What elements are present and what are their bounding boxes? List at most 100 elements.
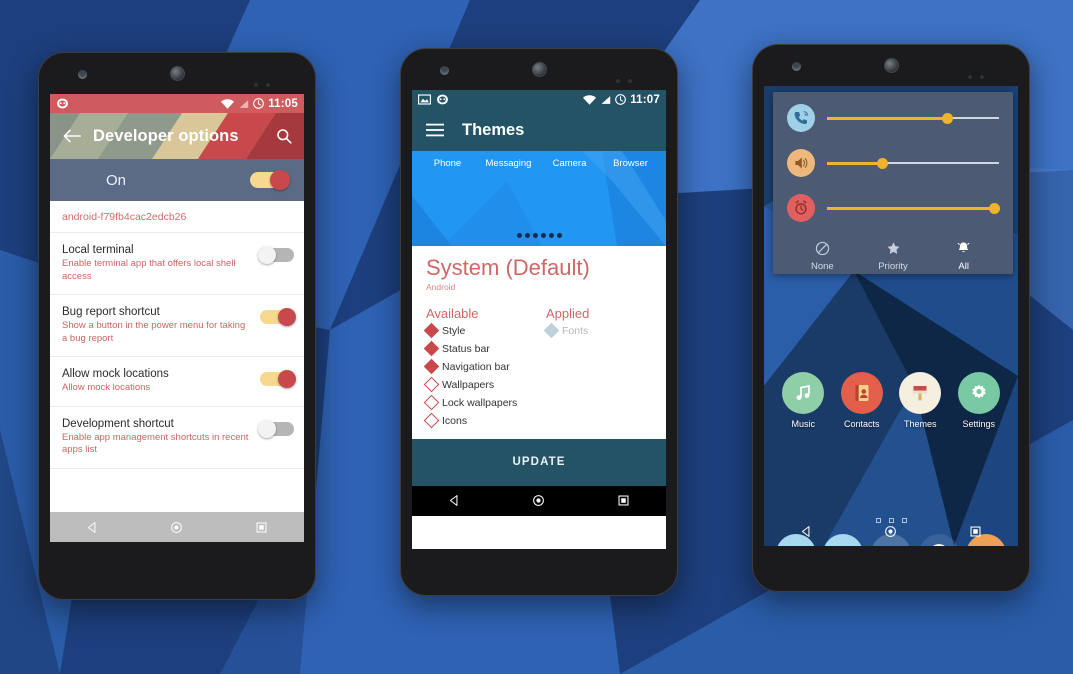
alarm-volume-icon[interactable] — [787, 194, 815, 222]
list-item[interactable]: Icons — [423, 412, 532, 429]
zen-mode-selector[interactable]: None Priority All — [787, 239, 999, 272]
zen-mode-all[interactable]: All — [928, 239, 999, 272]
signal-icon — [239, 99, 249, 108]
row-title: Development shortcut — [62, 417, 174, 430]
recents-nav-icon[interactable] — [969, 525, 982, 538]
theme-components-columns: Available Style Status bar Navigation ba… — [412, 295, 666, 439]
cyanogenmod-logo-icon — [437, 94, 448, 105]
app-contacts[interactable]: Contacts — [833, 372, 892, 429]
paint-brush-icon[interactable] — [899, 372, 942, 414]
developer-options-list[interactable]: android-f79fb4cac2edcb26 Local terminal … — [50, 201, 304, 512]
front-camera-icon — [78, 70, 87, 79]
theme-name: System (Default) — [426, 255, 590, 280]
phone2-top-bezel — [400, 48, 678, 90]
device-id-text: android-f79fb4cac2edcb26 — [50, 201, 304, 233]
list-item[interactable]: Fonts — [543, 322, 652, 339]
zen-mode-label: Priority — [878, 261, 908, 272]
master-switch-label: On — [106, 171, 127, 189]
component-label: Style — [442, 324, 466, 337]
ring-volume-slider[interactable] — [827, 111, 999, 125]
wifi-icon — [221, 98, 235, 109]
list-item[interactable]: Bug report shortcut Show a button in the… — [50, 295, 304, 358]
ring-volume-icon[interactable] — [787, 104, 815, 132]
signal-icon — [601, 95, 611, 104]
phone-device-themes: 11:07 Themes Phone Messaging Camera Brow… — [400, 48, 678, 596]
back-arrow-icon[interactable] — [62, 128, 81, 144]
music-note-icon[interactable] — [782, 372, 825, 414]
screenshot-icon — [418, 94, 431, 105]
row-toggle[interactable] — [258, 419, 294, 438]
proximity-sensor-icon — [616, 70, 642, 83]
cyanogenmod-logo-icon — [57, 98, 68, 109]
home-nav-icon[interactable] — [532, 494, 545, 507]
page-title: Themes — [462, 120, 525, 139]
list-item[interactable]: Development shortcut Enable app manageme… — [50, 407, 304, 469]
row-toggle[interactable] — [260, 370, 296, 389]
app-themes[interactable]: Themes — [891, 372, 950, 429]
gear-icon[interactable] — [957, 372, 1000, 414]
list-item[interactable]: Lock wallpapers — [423, 394, 532, 411]
volume-row-alarm[interactable] — [787, 194, 1000, 222]
proximity-sensor-icon — [254, 74, 280, 87]
component-label: Status bar — [442, 342, 490, 355]
back-nav-icon[interactable] — [86, 521, 99, 534]
row-subtitle: Enable app management shortcuts in recen… — [62, 431, 249, 456]
theme-preview-carousel[interactable]: Phone Messaging Camera Browser — [412, 151, 666, 246]
list-item[interactable]: Local terminal Enable terminal app that … — [50, 233, 304, 296]
zen-mode-label: All — [958, 261, 969, 272]
phone1-screen: 11:05 Developer options On android-f79fb… — [50, 94, 304, 542]
list-item[interactable]: Navigation bar — [423, 358, 532, 375]
app-settings[interactable]: Settings — [950, 372, 1009, 429]
diamond-outline-icon — [423, 412, 440, 429]
media-volume-icon[interactable] — [787, 149, 815, 177]
phone1-app-bar: Developer options — [50, 113, 304, 159]
component-label: Icons — [442, 414, 468, 427]
earpiece-speaker-icon — [169, 65, 185, 81]
volume-row-media[interactable] — [787, 149, 999, 177]
back-nav-icon[interactable] — [800, 525, 813, 538]
row-subtitle: Show a button in the power menu for taki… — [62, 320, 246, 344]
wifi-icon — [583, 94, 597, 105]
component-label: Wallpapers — [442, 378, 495, 391]
phone2-navigation-bar[interactable] — [412, 485, 666, 516]
row-title: Bug report shortcut — [62, 306, 160, 319]
recents-nav-icon[interactable] — [617, 494, 630, 507]
diamond-filled-icon — [423, 340, 440, 357]
list-item[interactable]: Status bar — [423, 340, 532, 357]
row-toggle[interactable] — [258, 246, 294, 264]
master-switch-toggle[interactable] — [250, 170, 290, 190]
phone1-clock: 11:05 — [268, 97, 298, 110]
priority-mode-icon — [858, 239, 929, 257]
media-volume-slider[interactable] — [827, 156, 999, 170]
back-nav-icon[interactable] — [448, 494, 461, 507]
volume-row-ring[interactable] — [787, 104, 999, 132]
row-toggle[interactable] — [260, 308, 296, 327]
developer-options-master-switch-row[interactable]: On — [50, 159, 304, 201]
search-icon[interactable] — [276, 128, 292, 144]
home-nav-icon[interactable] — [884, 525, 897, 538]
preview-app-label: Camera — [552, 158, 587, 169]
phone1-navigation-bar[interactable] — [50, 512, 304, 542]
carousel-page-dots[interactable] — [412, 233, 666, 238]
volume-panel[interactable]: None Priority All — [773, 92, 1013, 274]
contacts-book-icon[interactable] — [840, 372, 883, 414]
component-label: Fonts — [562, 324, 589, 337]
update-button[interactable]: UPDATE — [412, 438, 666, 486]
app-label: Music — [791, 419, 815, 429]
phone3-screen: None Priority All Music Contacts Themes … — [764, 86, 1018, 546]
zen-mode-none[interactable]: None — [787, 239, 858, 272]
row-subtitle: Allow mock locations — [62, 382, 151, 394]
component-label: Navigation bar — [442, 360, 510, 373]
zen-mode-priority[interactable]: Priority — [858, 239, 929, 272]
alarm-volume-slider[interactable] — [827, 201, 1000, 215]
hamburger-menu-icon[interactable] — [426, 123, 444, 137]
list-item[interactable]: Wallpapers — [423, 376, 532, 393]
app-music[interactable]: Music — [774, 372, 833, 429]
recents-nav-icon[interactable] — [255, 521, 268, 534]
list-item[interactable]: Allow mock locations Allow mock location… — [50, 357, 304, 407]
list-item[interactable]: Style — [423, 322, 532, 339]
row-title: Local terminal — [62, 244, 134, 256]
preview-app-label: Messaging — [485, 158, 532, 169]
home-nav-icon[interactable] — [170, 521, 183, 534]
phone3-navigation-bar[interactable] — [764, 516, 1018, 546]
